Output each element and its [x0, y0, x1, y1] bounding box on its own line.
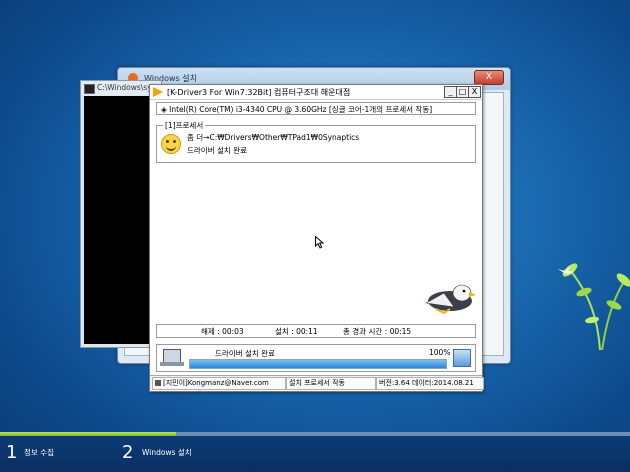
step-1-label: 정보 수집 [24, 448, 54, 457]
process-group: [1]프로세서 좀 더→C:₩Drivers₩Other₩TPad1₩0Syna… [156, 120, 476, 163]
eagle-mascot-icon [425, 284, 476, 315]
step-2-label: Windows 설치 [142, 448, 192, 457]
close-button[interactable]: X [468, 86, 481, 98]
install-percent: 100% [429, 348, 451, 357]
setup-progress-fill [0, 432, 177, 436]
kdriver-statusbar: [지민이]Kongmanz@Naver.com 설치 프로세서 작동 버전:3.… [150, 375, 484, 390]
kdriver-window[interactable]: [K-Driver3 For Win7.32Bit] 컴퓨터구조대 해운대점 _… [149, 84, 484, 392]
plant-decoration [562, 263, 630, 350]
bird-decoration [558, 266, 574, 274]
kdriver-title: [K-Driver3 For Win7.32Bit] 컴퓨터구조대 해운대점 [167, 88, 351, 97]
kdriver-titlebar[interactable]: [K-Driver3 For Win7.32Bit] 컴퓨터구조대 해운대점 _… [150, 85, 482, 100]
smiley-icon [161, 134, 181, 154]
setup-steps-bar: 1 정보 수집 2 Windows 설치 [0, 432, 630, 472]
console-output[interactable] [84, 96, 158, 344]
kdriver-app-icon [153, 87, 163, 97]
step-2-number: 2 [122, 442, 134, 463]
uninstall-time: 해제 : 00:03 [201, 327, 244, 336]
total-elapsed-time: 총 경과 시간 : 00:15 [343, 327, 412, 336]
install-status-text: 드라이버 설치 완료 [215, 349, 275, 358]
author-text: [지민이]Kongmanz@Naver.com [163, 379, 269, 387]
cpu-info-text: ◈ Intel(R) Core(TM) i3-4340 CPU @ 3.60GH… [161, 105, 433, 114]
mouse-cursor-icon [315, 236, 324, 249]
install-progress-fill [190, 360, 446, 368]
process-driver-path: 좀 더→C:₩Drivers₩Other₩TPad1₩0Synaptics [187, 133, 360, 142]
cpu-info-box: ◈ Intel(R) Core(TM) i3-4340 CPU @ 3.60GH… [156, 102, 476, 115]
statusbar-author: [지민이]Kongmanz@Naver.com [152, 377, 286, 390]
install-time: 설치 : 00:11 [275, 327, 318, 336]
setup-progress-bar [0, 432, 630, 436]
computer-icon [160, 349, 184, 366]
author-icon [155, 380, 161, 386]
installer-icon [453, 349, 471, 367]
elapsed-time-box: 해제 : 00:03 설치 : 00:11 총 경과 시간 : 00:15 [156, 324, 476, 338]
process-legend: [1]프로세서 [163, 120, 206, 131]
setup-close-button[interactable]: X [474, 70, 504, 85]
step-1-number: 1 [6, 442, 18, 463]
process-status: 드라이버 설치 완료 [187, 146, 247, 155]
install-status-box: 드라이버 설치 완료 100% [156, 344, 476, 372]
statusbar-state: 설치 프로세서 작동 [286, 377, 376, 390]
install-progress-bar [189, 359, 447, 369]
console-icon [84, 84, 95, 94]
statusbar-version: 버전:3.64 데이터:2014.08.21 [376, 377, 484, 390]
